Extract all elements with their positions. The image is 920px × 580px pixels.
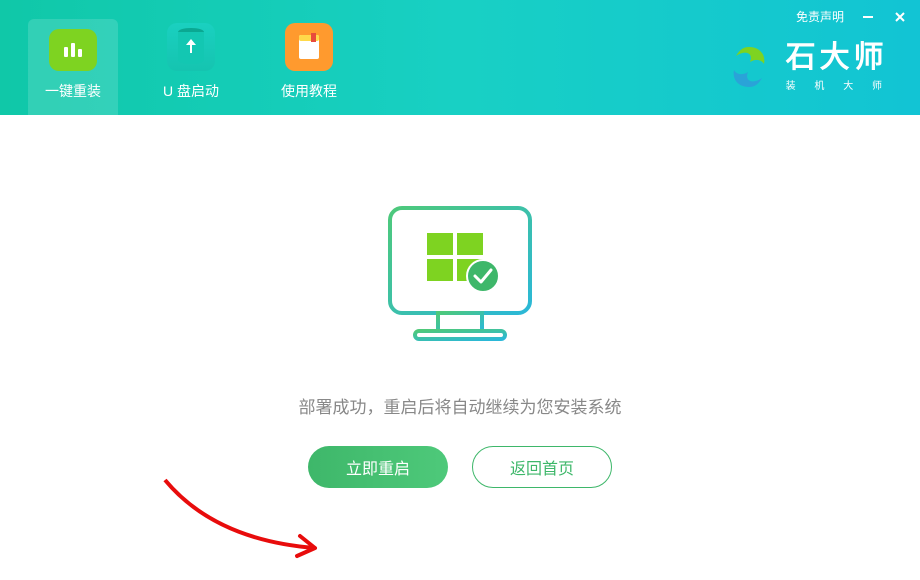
window-controls: 免责声明 — [796, 8, 908, 25]
main-content: 部署成功，重启后将自动继续为您安装系统 立即重启 返回首页 — [0, 115, 920, 580]
tab-label: 一键重装 — [45, 81, 101, 101]
action-buttons: 立即重启 返回首页 — [308, 446, 612, 488]
tab-tutorial[interactable]: 使用教程 — [264, 13, 354, 115]
brand-tagline: 装 机 大 师 — [786, 77, 890, 92]
success-illustration — [375, 198, 545, 363]
restart-now-button[interactable]: 立即重启 — [308, 446, 448, 488]
checkmark-icon — [467, 260, 499, 292]
back-home-button[interactable]: 返回首页 — [472, 446, 612, 488]
tab-label: U 盘启动 — [163, 81, 219, 101]
brand-logo-icon — [724, 42, 774, 92]
brand: 石大师 装 机 大 师 — [724, 42, 890, 92]
tab-bar: 一键重装 U 盘启动 使用教程 — [0, 0, 354, 115]
minimize-button[interactable] — [860, 9, 876, 25]
book-icon — [285, 23, 333, 71]
brand-text: 石大师 装 机 大 师 — [786, 43, 890, 92]
brand-name: 石大师 — [786, 43, 890, 73]
status-message: 部署成功，重启后将自动继续为您安装系统 — [299, 393, 622, 418]
usb-icon — [167, 23, 215, 71]
close-button[interactable] — [892, 9, 908, 25]
disclaimer-link[interactable]: 免责声明 — [796, 8, 844, 25]
tab-reinstall[interactable]: 一键重装 — [28, 19, 118, 115]
bars-icon — [49, 29, 97, 71]
tab-label: 使用教程 — [281, 81, 337, 101]
app-header: 一键重装 U 盘启动 使用教程 免责声明 — [0, 0, 920, 115]
tab-usb-boot[interactable]: U 盘启动 — [146, 13, 236, 115]
